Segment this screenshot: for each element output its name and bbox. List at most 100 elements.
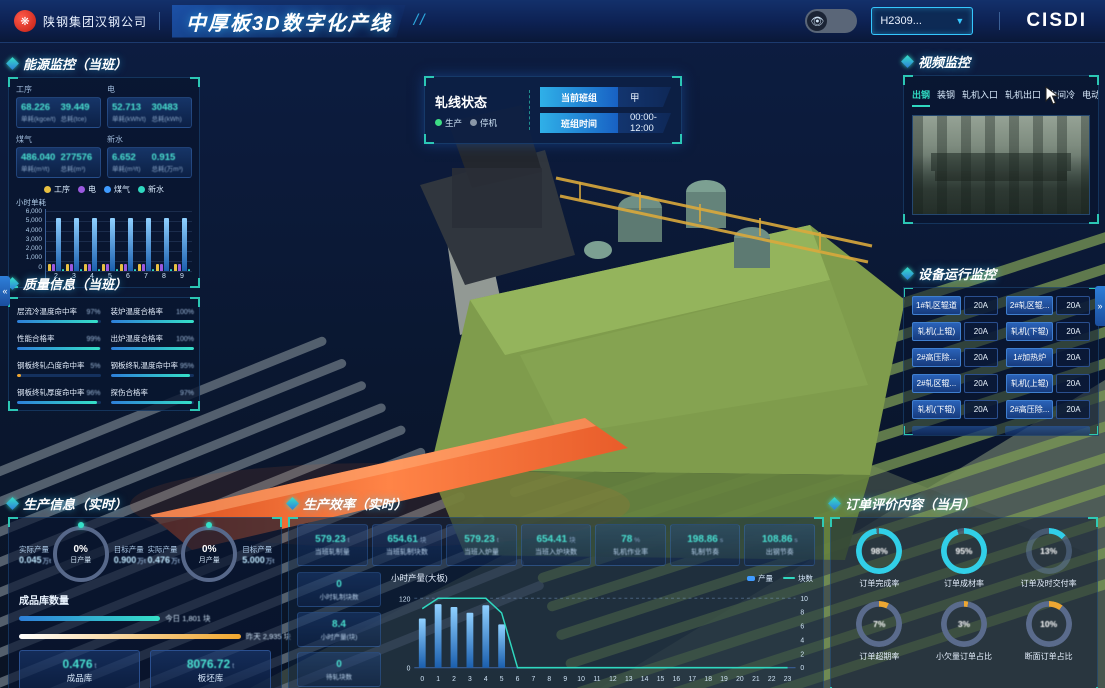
quality-item: 出炉温度合格率100% [111,333,195,350]
equipment-item: 1#轧区辊道20A [912,296,998,315]
donut-ring: 13% [1026,528,1072,574]
inventory-bar-row: 昨天 2,935 块 [19,631,271,642]
svg-text:10: 10 [800,596,808,603]
inventory-label: 板坯库 [198,672,224,684]
energy-value: 277576 [61,152,97,163]
video-tab-4[interactable]: 轧机出口 [1005,88,1041,107]
energy-value: 30483 [152,102,188,113]
daily-output-name: 日产量 [70,555,91,565]
y-tick-label: 6,000 [26,209,42,216]
bar-工序 [84,264,87,271]
efficiency-value: 78 [621,534,632,545]
monthly-target-label: 目标产量 [242,544,271,555]
monthly-actual-unit: 万t [171,558,180,565]
energy-legend-item: 新水 [138,184,164,195]
donut-ring: 10% [1026,601,1072,647]
energy-unit-label: 单耗(kgce/t) [21,113,57,123]
bar-新水 [152,269,154,271]
current-shift-label: 当前班组 [540,87,618,107]
video-tab-3[interactable]: 轧机入口 [962,88,998,107]
status-legend-item-2: 停机 [470,117,497,129]
efficiency-value: 579.23 [315,534,346,545]
svg-text:7: 7 [532,676,536,683]
quality-label: 探伤合格率 [111,387,149,398]
svg-text:5: 5 [500,676,504,683]
order-donut: 95%订单成材率 [922,528,1007,589]
inventory-card[interactable]: 0.476t成品库 [19,650,140,688]
bar-新水 [116,269,118,271]
legend-label: 电 [88,184,96,195]
svg-text:16: 16 [673,676,681,683]
donut-percent: 95% [955,546,972,556]
camera-feed[interactable] [912,115,1090,215]
quality-percent: 96% [87,390,101,397]
panel-diamond-icon [828,497,841,510]
panel-diamond-icon [901,55,914,68]
energy-value: 68.226 [21,102,57,113]
quality-label: 层流冷温度命中率 [17,306,77,317]
quality-item: 探伤合格率97% [111,387,195,404]
quality-label: 装炉温度合格率 [111,306,164,317]
video-tab-5[interactable]: 中间冷 [1048,88,1075,107]
energy-card: 电52.713单耗(kWh/t)30483总耗(kWh) [107,84,192,128]
donut-ring: 3% [941,601,987,647]
donut-label: 订单完成率 [859,578,899,589]
quality-item: 层流冷温度命中率97% [17,306,101,323]
current-shift-row: 当前班组 甲 [540,87,671,107]
bar-工序 [138,264,141,271]
hourly-output-chart: 0123456789101112131415161718192021222312… [389,584,815,688]
video-tab-2[interactable]: 装钢 [937,88,955,107]
efficiency-label: 当班轧制块数 [386,547,428,557]
efficiency-card: 579.23t当班入炉量 [446,524,517,566]
order-donut: 98%订单完成率 [837,528,922,589]
order-donut: 7%订单超期率 [837,601,922,662]
panel-diamond-icon [6,497,19,510]
quality-bar [17,347,100,350]
svg-text:8: 8 [800,610,804,617]
energy-legend-item: 电 [78,184,96,195]
legend-bar-icon [747,576,755,581]
equipment-name: 1#轧区辊道 [912,296,961,315]
equipment-panel-title: 设备运行监控 [918,264,996,283]
bar-电 [124,264,127,271]
page-title: 中厚板3D数字化产线 [172,5,406,38]
visibility-toggle[interactable]: 👁 [805,9,857,33]
svg-text:6: 6 [516,676,520,683]
energy-legend: 工序电煤气新水 [16,184,192,195]
video-tab-6[interactable]: 电动辊 [1082,88,1098,107]
quality-label: 钢板终轧温度命中率 [111,360,179,371]
video-tab-1[interactable]: 出钢 [912,88,930,107]
eye-icon: 👁 [807,11,827,31]
efficiency-value: 579.23 [464,534,495,545]
device-select-dropdown[interactable]: H2309... ▼ [871,7,973,35]
left-panel-collapse-handle[interactable]: « [0,276,10,306]
efficiency-card: 198.86s轧制节奏 [670,524,741,566]
side-label: 待轧块数 [326,671,352,681]
energy-unit-label: 总耗(m³) [61,163,97,173]
cisdi-logo: CISDI [1026,10,1087,32]
efficiency-label: 轧制节奏 [691,547,719,557]
daily-output-gauge: 实际产量 0.045万t 0% 日产量 目标产量 0.900万t [19,526,142,582]
right-panel-collapse-handle[interactable]: » [1095,286,1105,326]
legend-dot-icon [44,186,51,193]
quality-bar [17,374,21,377]
efficiency-label: 出钢节奏 [766,547,794,557]
svg-text:10: 10 [577,676,585,683]
energy-legend-item: 煤气 [104,184,130,195]
energy-category-label: 电 [107,84,192,95]
energy-unit-label: 总耗(kWh) [152,113,188,123]
bar-工序 [156,264,159,271]
inventory-card[interactable]: 8076.72t板坯库 [150,650,271,688]
efficiency-label: 当班入炉量 [464,547,499,557]
bar-工序 [48,264,51,271]
bar-电 [178,264,181,271]
energy-unit-label: 单耗(kWh/t) [112,113,148,123]
svg-text:19: 19 [720,676,728,683]
quality-percent: 100% [176,336,194,343]
daily-target-unit: 万t [137,558,146,565]
svg-text:18: 18 [704,676,712,683]
inventory-bar-text: 昨天 2,935 块 [246,631,291,642]
svg-text:12: 12 [609,676,617,683]
svg-text:15: 15 [657,676,665,683]
shift-time-row: 班组时间 00:00-12:00 [540,113,671,133]
